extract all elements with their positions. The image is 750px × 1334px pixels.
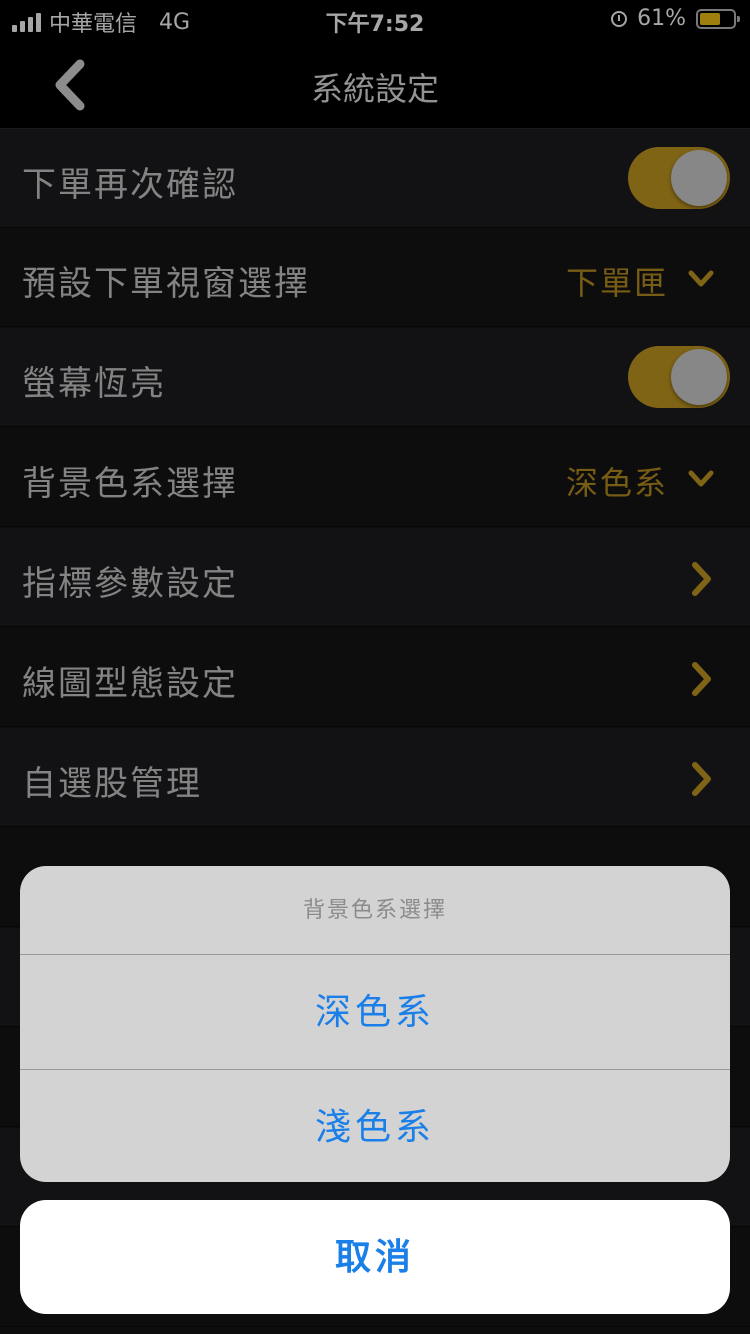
option-dark-theme[interactable]: 深色系 [20, 955, 730, 1069]
option-light-theme[interactable]: 淺色系 [20, 1069, 730, 1182]
cancel-button[interactable]: 取消 [20, 1200, 730, 1314]
action-sheet: 背景色系選擇 深色系 淺色系 [20, 866, 730, 1182]
action-sheet-title: 背景色系選擇 [20, 866, 730, 955]
